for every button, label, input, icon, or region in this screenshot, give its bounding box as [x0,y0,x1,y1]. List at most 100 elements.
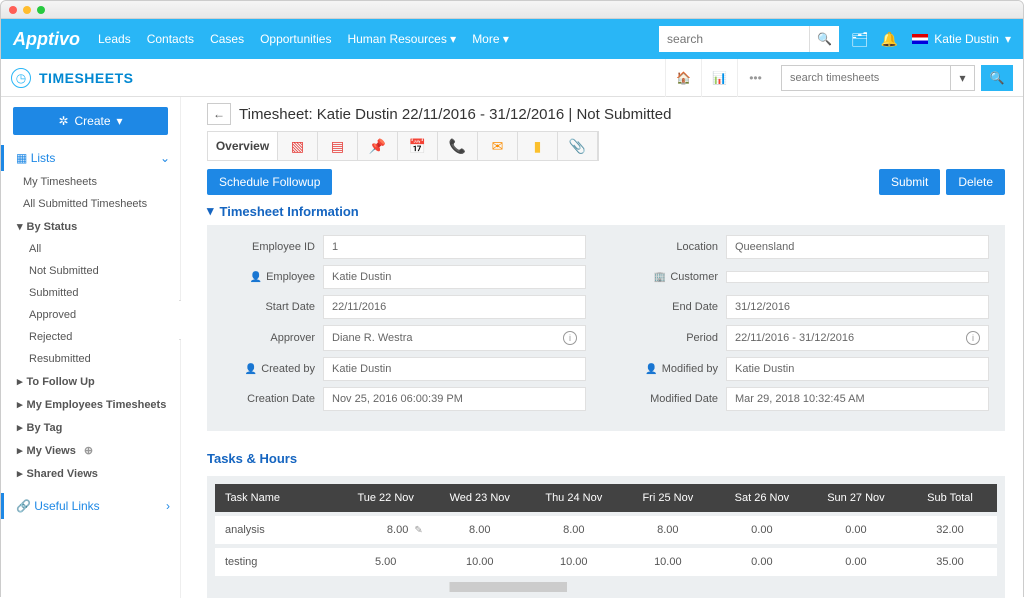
global-search-button[interactable]: 🔍 [809,26,839,52]
field-employee[interactable]: Katie Dustin [323,265,586,289]
task-name[interactable]: analysis [215,516,339,544]
tab-attachment[interactable]: 📎 [558,132,598,160]
field-end[interactable]: 31/12/2016 [726,295,989,319]
hours-cell[interactable]: 10.00 [527,548,621,576]
field-created-by[interactable]: Katie Dustin [323,357,586,381]
field-period[interactable]: 22/11/2016 - 31/12/2016i [726,325,989,351]
hours-cell[interactable]: 8.00 [527,516,621,544]
nav-leads[interactable]: Leads [98,32,131,46]
submit-button[interactable]: Submit [879,169,940,195]
tab-date[interactable]: 📅 [398,132,438,160]
chevron-down-icon: ▾ [959,71,965,85]
detail-tabs: Overview ▧ ▤ 📌 📅 📞 ✉ ▮ 📎 [207,131,599,161]
module-search-button[interactable]: 🔍 [981,65,1013,91]
tab-note[interactable]: ▮ [518,132,558,160]
search-icon: 🔍 [990,71,1005,85]
field-location[interactable]: Queensland [726,235,989,259]
field-customer[interactable] [726,271,989,283]
logo[interactable]: Apptivo [13,29,80,50]
calendar-red-icon: ▧ [291,138,304,155]
field-emp-id[interactable]: 1 [323,235,586,259]
sidebar-item-approved[interactable]: Approved [1,304,180,326]
tab-phone[interactable]: 📞 [438,132,478,160]
calendar-icon: ▤ [331,138,344,155]
chevron-down-icon: ▾ [117,114,123,128]
nav-contacts[interactable]: Contacts [147,32,194,46]
task-name[interactable]: testing [215,548,339,576]
close-window-icon[interactable] [9,6,17,14]
sidebar-item-my-timesheets[interactable]: My Timesheets [1,171,180,193]
flag-icon [912,34,928,44]
sidebar-item-not-submitted[interactable]: Not Submitted [1,260,180,282]
sidebar-item-submitted[interactable]: Submitted [1,282,180,304]
notifications-icon[interactable]: 🔔 [881,31,898,48]
sidebar-item-by-tag[interactable]: By Tag [1,416,180,439]
sidebar-item-rejected[interactable]: Rejected [1,326,180,348]
minimize-window-icon[interactable] [23,6,31,14]
tab-calendar2[interactable]: ▤ [318,132,358,160]
tasks-table: Task Name Tue 22 Nov Wed 23 Nov Thu 24 N… [207,476,1005,598]
sidebar-item-shared-views[interactable]: Shared Views [1,462,180,485]
horizontal-scrollbar[interactable] [215,582,997,592]
module-search-input[interactable] [781,65,951,91]
reports-icon[interactable]: 📊 [701,59,737,97]
hours-cell[interactable]: 10.00 [621,548,715,576]
hours-cell[interactable]: 0.00 [809,516,903,544]
col-subtotal: Sub Total [903,484,997,512]
hours-cell[interactable]: 0.00 [715,516,809,544]
tab-pin[interactable]: 📌 [358,132,398,160]
hours-cell[interactable]: 8.00 [433,516,527,544]
info-icon[interactable]: i [563,331,577,345]
chevron-down-icon: ⌄ [160,151,170,165]
tab-calendar[interactable]: ▧ [278,132,318,160]
more-icon[interactable]: ••• [737,59,773,97]
sidebar-item-all-submitted[interactable]: All Submitted Timesheets [1,193,180,215]
user-menu[interactable]: Katie Dustin ▾ [912,32,1011,46]
info-icon[interactable]: i [966,331,980,345]
nav-cases[interactable]: Cases [210,32,244,46]
add-icon[interactable]: ⊕ [84,444,93,457]
tab-overview[interactable]: Overview [208,132,278,160]
chevron-right-icon: › [166,499,170,513]
window-titlebar [1,1,1023,19]
module-search-dropdown[interactable]: ▾ [951,65,975,91]
sidebar-item-all[interactable]: All [1,238,180,260]
info-form: Employee ID1 LocationQueensland 👤Employe… [207,225,1005,431]
clock-icon: ◷ [11,68,31,88]
nav-hr[interactable]: Human Resources ▾ [347,32,456,46]
sidebar-group-lists[interactable]: ▦ Lists ⌄ [1,145,180,171]
hours-cell[interactable]: 5.00 [339,548,433,576]
nav-more[interactable]: More ▾ [472,32,509,46]
nav-links: Leads Contacts Cases Opportunities Human… [98,32,509,46]
field-approver[interactable]: Diane R. Westrai [323,325,586,351]
table-row: analysis 8.00✎ 8.00 8.00 8.00 0.00 0.00 … [215,516,997,544]
user-name: Katie Dustin [934,32,999,46]
tab-email[interactable]: ✉ [478,132,518,160]
maximize-window-icon[interactable] [37,6,45,14]
sidebar-item-my-views[interactable]: My Views ⊕ [1,439,180,462]
nav-opportunities[interactable]: Opportunities [260,32,331,46]
label-end: End Date [626,301,726,313]
hours-cell[interactable]: 0.00 [809,548,903,576]
home-icon[interactable]: 🏠 [665,59,701,97]
chevron-right-icon [17,375,23,388]
main-content: ← Timesheet: Katie Dustin 22/11/2016 - 3… [181,97,1023,598]
schedule-followup-button[interactable]: Schedule Followup [207,169,332,195]
section-timesheet-info[interactable]: ▾ Timesheet Information [207,203,1005,219]
sidebar-item-to-follow-up[interactable]: To Follow Up [1,370,180,393]
create-button[interactable]: ✲ Create ▾ [13,107,168,135]
hours-cell[interactable]: 10.00 [433,548,527,576]
apps-icon[interactable]: 🗂 [851,31,869,48]
field-modified-by[interactable]: Katie Dustin [726,357,989,381]
sidebar-item-resubmitted[interactable]: Resubmitted [1,348,180,370]
global-search-input[interactable] [659,26,809,52]
sidebar-group-useful-links[interactable]: 🔗 Useful Links › [1,493,180,519]
sidebar-item-by-status[interactable]: By Status [1,215,180,238]
hours-cell[interactable]: 8.00✎ [339,516,433,544]
back-button[interactable]: ← [207,103,231,125]
field-start[interactable]: 22/11/2016 [323,295,586,319]
sidebar-item-my-employees[interactable]: My Employees Timesheets [1,393,180,416]
delete-button[interactable]: Delete [946,169,1005,195]
hours-cell[interactable]: 8.00 [621,516,715,544]
hours-cell[interactable]: 0.00 [715,548,809,576]
